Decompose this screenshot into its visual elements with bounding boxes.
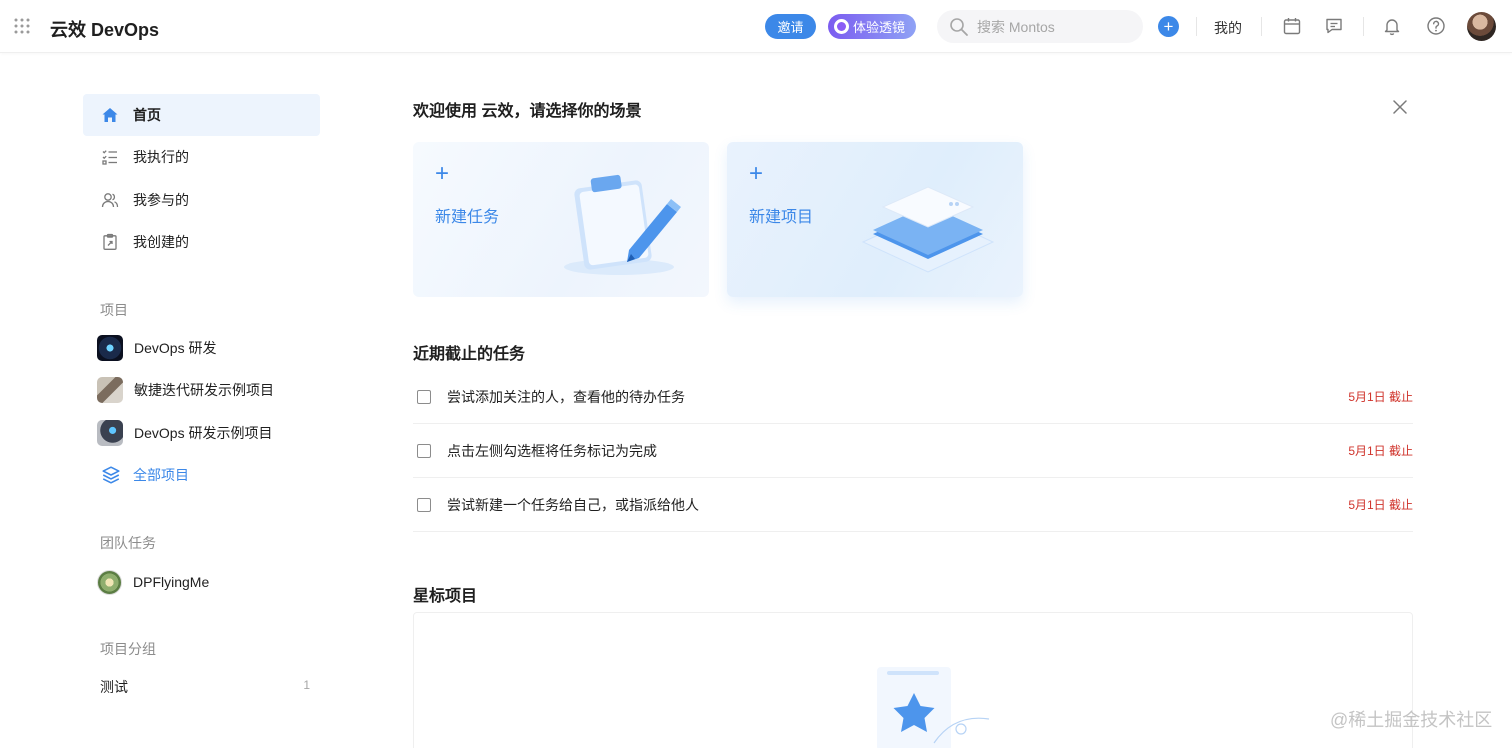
new-task-label: 新建任务 — [435, 209, 500, 226]
sidebar-item-participating[interactable]: 我参与的 — [83, 179, 320, 221]
sidebar-item-home[interactable]: 首页 — [83, 94, 320, 136]
welcome-title: 欢迎使用 云效，请选择你的场景 — [413, 103, 642, 120]
calendar-icon[interactable] — [1282, 16, 1302, 36]
task-row: 尝试新建一个任务给自己，或指派给他人 5月1日 截止 — [413, 478, 1413, 532]
project-label: DevOps 研发示例项目 — [134, 425, 273, 441]
watermark: @稀土掘金技术社区 — [1330, 710, 1493, 730]
clipboard-icon — [103, 233, 117, 250]
search-input[interactable]: 搜索 Montos — [937, 10, 1143, 43]
star-empty-illustration — [877, 667, 990, 748]
team-member-label: DPFlyingMe — [133, 574, 210, 590]
trial-lens-button[interactable]: 体验透镜 — [828, 14, 916, 39]
new-task-card[interactable]: + 新建任务 — [413, 142, 709, 297]
group-section-title: 项目分组 — [100, 641, 156, 657]
starred-projects-panel — [413, 612, 1413, 748]
task-title[interactable]: 尝试新建一个任务给自己，或指派给他人 — [447, 495, 1348, 515]
plus-icon: + — [749, 160, 764, 187]
header-divider — [1363, 17, 1364, 36]
project-label: DevOps 研发 — [134, 340, 217, 356]
app-grid-icon[interactable] — [14, 18, 30, 34]
sidebar-item-label: 我参与的 — [133, 192, 189, 208]
task-checkbox[interactable] — [417, 443, 431, 458]
new-project-card[interactable]: + 新建项目 — [727, 142, 1023, 297]
task-title[interactable]: 尝试添加关注的人，查看他的待办任务 — [447, 387, 1348, 407]
task-checkbox[interactable] — [417, 497, 431, 512]
top-header: 云效 DevOps 邀请 体验透镜 搜索 Montos + 我的 — [0, 0, 1512, 53]
project-item[interactable]: DevOps 研发示例项目 — [83, 415, 320, 451]
user-avatar[interactable] — [1467, 12, 1496, 41]
task-row: 点击左侧勾选框将任务标记为完成 5月1日 截止 — [413, 424, 1413, 478]
projects-section-title: 项目 — [100, 302, 128, 318]
sidebar-item-created[interactable]: 我创建的 — [83, 221, 320, 263]
starred-projects-title: 星标项目 — [413, 588, 478, 605]
create-plus-button[interactable]: + — [1158, 16, 1179, 37]
checklist-icon — [102, 150, 117, 165]
new-project-label: 新建项目 — [749, 209, 814, 226]
team-section-title: 团队任务 — [100, 535, 156, 551]
all-projects-label: 全部项目 — [133, 467, 189, 483]
header-divider — [1196, 17, 1197, 36]
sidebar-item-label: 我创建的 — [133, 234, 189, 250]
brand-title[interactable]: 云效 DevOps — [50, 16, 159, 42]
group-item[interactable]: 测试 1 — [100, 677, 310, 697]
trial-lens-label: 体验透镜 — [853, 20, 906, 35]
home-icon — [102, 108, 118, 122]
search-placeholder: 搜索 Montos — [977, 18, 1055, 35]
invite-button[interactable]: 邀请 — [765, 14, 816, 39]
sidebar-item-label: 首页 — [133, 107, 161, 123]
layers-illustration — [861, 186, 995, 273]
project-item[interactable]: 敏捷迭代研发示例项目 — [83, 372, 320, 408]
all-projects-link[interactable]: 全部项目 — [83, 457, 320, 493]
project-thumbnail — [97, 335, 123, 361]
task-row: 尝试添加关注的人，查看他的待办任务 5月1日 截止 — [413, 370, 1413, 424]
task-title[interactable]: 点击左侧勾选框将任务标记为完成 — [447, 441, 1348, 461]
group-label: 测试 — [100, 679, 128, 695]
search-icon — [950, 17, 968, 36]
help-icon[interactable] — [1426, 16, 1446, 36]
sidebar-item-assigned[interactable]: 我执行的 — [83, 136, 320, 178]
due-tasks-title: 近期截止的任务 — [413, 346, 526, 363]
sidebar-item-label: 我执行的 — [133, 149, 189, 165]
team-member-item[interactable]: DPFlyingMe — [83, 564, 320, 600]
project-label: 敏捷迭代研发示例项目 — [134, 382, 274, 398]
layers-icon — [102, 466, 120, 484]
close-icon[interactable] — [1391, 98, 1409, 116]
task-checkbox[interactable] — [417, 389, 431, 404]
project-thumbnail — [97, 420, 123, 446]
message-icon[interactable] — [1324, 16, 1344, 36]
task-due-date: 5月1日 截止 — [1348, 390, 1413, 404]
project-thumbnail — [97, 377, 123, 403]
team-avatar — [97, 569, 122, 595]
task-due-date: 5月1日 截止 — [1348, 498, 1413, 512]
plus-icon: + — [435, 160, 450, 187]
lens-icon — [834, 19, 849, 34]
users-icon — [101, 193, 119, 208]
bell-icon[interactable] — [1382, 16, 1402, 36]
task-due-date: 5月1日 截止 — [1348, 444, 1413, 458]
mine-link[interactable]: 我的 — [1214, 18, 1242, 38]
header-divider — [1261, 17, 1262, 36]
group-count: 1 — [303, 678, 310, 692]
clipboard-pen-illustration — [564, 174, 681, 275]
project-item[interactable]: DevOps 研发 — [83, 330, 320, 366]
